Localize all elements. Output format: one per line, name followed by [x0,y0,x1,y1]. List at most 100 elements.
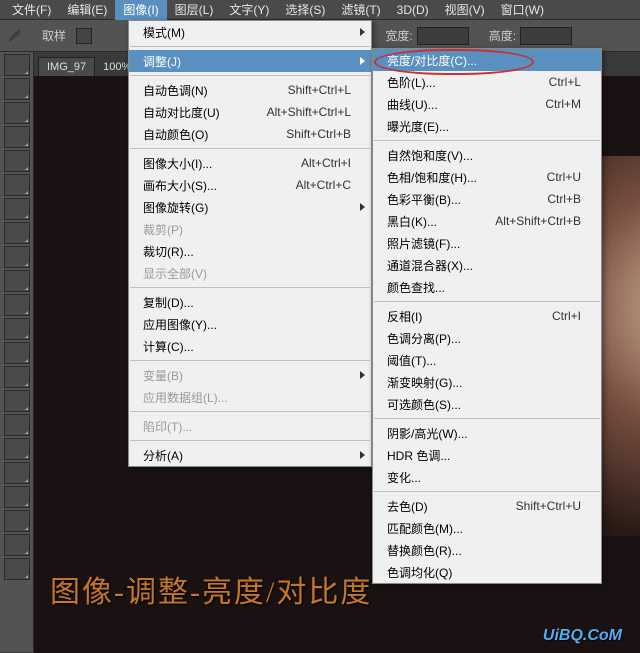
tool-slot[interactable] [4,366,30,388]
separator [130,75,370,76]
menu-item[interactable]: 色相/饱和度(H)...Ctrl+U [373,166,601,188]
menu-item: 变量(B) [129,364,371,386]
menu-item[interactable]: 自动色调(N)Shift+Ctrl+L [129,79,371,101]
shortcut: Ctrl+I [552,309,581,323]
menu-item[interactable]: 可选颜色(S)... [373,393,601,415]
menu-item-label: 阴影/高光(W)... [387,425,468,442]
height-field[interactable] [520,27,572,45]
menu-item[interactable]: 自动对比度(U)Alt+Shift+Ctrl+L [129,101,371,123]
menu-item: 显示全部(V) [129,262,371,284]
menu-item[interactable]: 画布大小(S)...Alt+Ctrl+C [129,174,371,196]
menu-item[interactable]: 亮度/对比度(C)... [373,49,601,71]
tool-slot[interactable] [4,246,30,268]
menu-item-label: 画布大小(S)... [143,177,217,194]
menu-item[interactable]: 复制(D)... [129,291,371,313]
tool-slot[interactable] [4,342,30,364]
menu-窗口[interactable]: 窗口(W) [493,0,552,20]
menu-item-label: 应用图像(Y)... [143,316,217,333]
menu-item[interactable]: 反相(I) Ctrl+I [373,305,601,327]
menu-item-label: 陷印(T)... [143,418,192,435]
tool-slot[interactable] [4,78,30,100]
menu-item-label: 自然饱和度(V)... [387,147,473,164]
tool-slot[interactable] [4,486,30,508]
menu-item[interactable]: 模式(M) [129,21,371,43]
tool-slot[interactable] [4,270,30,292]
menu-item[interactable]: 匹配颜色(M)... [373,517,601,539]
shortcut: Shift+Ctrl+U [516,499,581,513]
menu-item[interactable]: 应用图像(Y)... [129,313,371,335]
menu-item-label: 反相(I) [387,308,422,325]
tool-slot[interactable] [4,534,30,556]
document-tab[interactable]: IMG_97 [38,57,95,76]
tool-slot[interactable] [4,222,30,244]
menu-item[interactable]: 去色(D)Shift+Ctrl+U [373,495,601,517]
menu-item-label: 变量(B) [143,367,183,384]
menu-滤镜[interactable]: 滤镜(T) [333,0,388,20]
menu-item[interactable]: 分析(A) [129,444,371,466]
tool-slot[interactable] [4,174,30,196]
sample-swatch[interactable] [76,28,92,44]
watermark: UiBQ.CoM [543,627,622,645]
menu-item[interactable]: 曲线(U)...Ctrl+M [373,93,601,115]
menu-item[interactable]: 自然饱和度(V)... [373,144,601,166]
tool-slot[interactable] [4,510,30,532]
tool-slot[interactable] [4,126,30,148]
separator [374,140,600,141]
menu-item[interactable]: 调整(J) [129,50,371,72]
menu-item[interactable]: 图像旋转(G) [129,196,371,218]
menu-item[interactable]: HDR 色调... [373,444,601,466]
menu-选择[interactable]: 选择(S) [277,0,333,20]
tool-slot[interactable] [4,54,30,76]
menu-item[interactable]: 色调分离(P)... [373,327,601,349]
width-field[interactable] [417,27,469,45]
menu-item[interactable]: 色调均化(Q) [373,561,601,583]
menu-item-label: 黑白(K)... [387,213,437,230]
menu-item-label: 颜色查找... [387,279,445,296]
menu-文字[interactable]: 文字(Y) [221,0,277,20]
menu-视图[interactable]: 视图(V) [437,0,493,20]
menu-编辑[interactable]: 编辑(E) [59,0,115,20]
tool-slot[interactable] [4,414,30,436]
menu-item-label: 色彩平衡(B)... [387,191,461,208]
width-label: 宽度: [385,27,412,44]
tool-slot[interactable] [4,198,30,220]
separator [130,440,370,441]
menu-3D[interactable]: 3D(D) [389,1,437,19]
tool-slot[interactable] [4,294,30,316]
menu-item-label: 亮度/对比度(C)... [387,52,477,69]
tool-slot[interactable] [4,318,30,340]
separator [374,491,600,492]
menu-item[interactable]: 自动颜色(O)Shift+Ctrl+B [129,123,371,145]
menu-item[interactable]: 变化... [373,466,601,488]
menu-item[interactable]: 色阶(L)...Ctrl+L [373,71,601,93]
menu-item[interactable]: 渐变映射(G)... [373,371,601,393]
menu-item[interactable]: 图像大小(I)...Alt+Ctrl+I [129,152,371,174]
menu-item[interactable]: 裁切(R)... [129,240,371,262]
menu-item[interactable]: 替换颜色(R)... [373,539,601,561]
tool-slot[interactable] [4,558,30,580]
tool-slot[interactable] [4,102,30,124]
menu-图像[interactable]: 图像(I) [115,0,166,20]
menu-item[interactable]: 阈值(T)... [373,349,601,371]
menu-item[interactable]: 色彩平衡(B)...Ctrl+B [373,188,601,210]
menu-图层[interactable]: 图层(L) [167,0,222,20]
tool-slot[interactable] [4,150,30,172]
menu-文件[interactable]: 文件(F) [4,0,59,20]
sample-label: 取样 [42,27,66,44]
menu-item[interactable]: 计算(C)... [129,335,371,357]
menu-item-label: 应用数据组(L)... [143,389,228,406]
menu-item[interactable]: 阴影/高光(W)... [373,422,601,444]
menu-item-label: 曝光度(E)... [387,118,449,135]
menu-item-label: 图像大小(I)... [143,155,212,172]
menu-item[interactable]: 曝光度(E)... [373,115,601,137]
tool-slot[interactable] [4,390,30,412]
menu-item[interactable]: 黑白(K)...Alt+Shift+Ctrl+B [373,210,601,232]
menu-item[interactable]: 颜色查找... [373,276,601,298]
tool-slot[interactable] [4,438,30,460]
menu-item[interactable]: 通道混合器(X)... [373,254,601,276]
tool-slot[interactable] [4,462,30,484]
menu-item: 裁剪(P) [129,218,371,240]
menu-bar: 文件(F)编辑(E)图像(I)图层(L)文字(Y)选择(S)滤镜(T)3D(D)… [0,0,640,20]
separator [130,287,370,288]
menu-item[interactable]: 照片滤镜(F)... [373,232,601,254]
